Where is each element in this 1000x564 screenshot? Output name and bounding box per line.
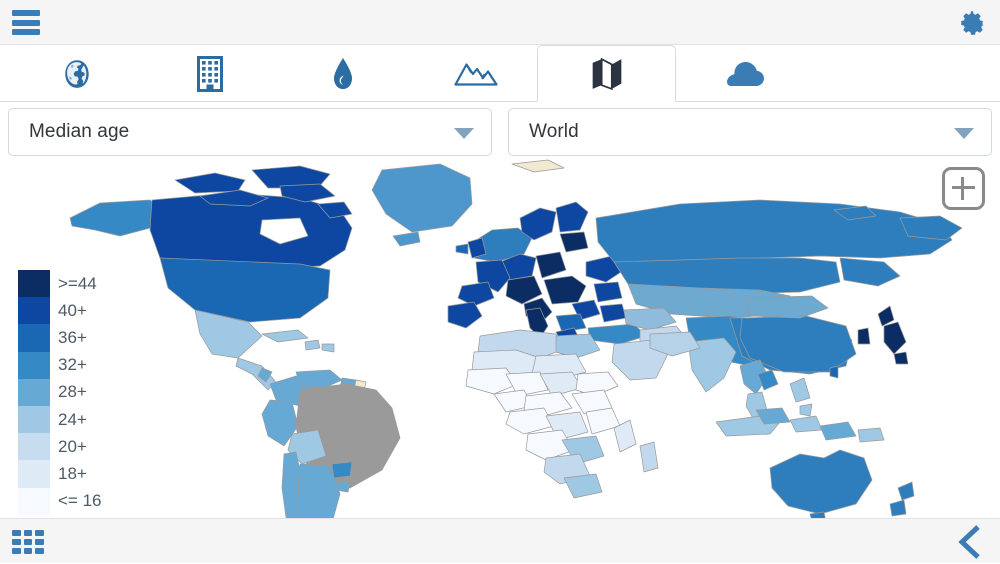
- legend-item[interactable]: 20+: [18, 433, 128, 460]
- legend-label: >=44: [58, 274, 97, 294]
- grid-cell: [35, 530, 44, 536]
- legend-item[interactable]: 28+: [18, 379, 128, 406]
- legend-item[interactable]: 40+: [18, 297, 128, 324]
- globe-icon: [60, 57, 94, 91]
- legend-swatch: [18, 324, 50, 351]
- grid-cell: [24, 539, 33, 545]
- indicator-select-value: Median age: [29, 121, 129, 143]
- hamburger-bar: [12, 10, 40, 16]
- water-drop-icon: [331, 57, 355, 91]
- gear-icon[interactable]: [957, 8, 987, 38]
- zoom-in-button[interactable]: [942, 167, 985, 210]
- tab-map[interactable]: [537, 45, 676, 102]
- region-select-value: World: [529, 121, 579, 143]
- selector-row: Median age World: [0, 103, 1000, 158]
- grid-cell: [12, 539, 21, 545]
- legend-label: 40+: [58, 301, 87, 321]
- world-map-svg: [0, 158, 1000, 518]
- chevron-left-icon[interactable]: [954, 525, 986, 559]
- tab-weather[interactable]: [676, 45, 813, 102]
- tab-terrain[interactable]: [407, 45, 544, 102]
- grid-apps-icon[interactable]: [12, 530, 44, 554]
- mountains-icon: [454, 59, 498, 89]
- legend-label: <= 16: [58, 491, 102, 511]
- grid-cell: [24, 530, 33, 536]
- grid-cell: [24, 548, 33, 554]
- bottom-nav-bar: [0, 518, 1000, 563]
- folded-map-icon: [590, 57, 624, 91]
- hamburger-bar: [12, 29, 40, 35]
- legend-label: 28+: [58, 382, 87, 402]
- tab-bar: [0, 45, 1000, 102]
- legend-swatch: [18, 352, 50, 379]
- hamburger-menu-icon[interactable]: [12, 10, 40, 35]
- chevron-down-icon: [454, 128, 474, 139]
- legend-swatch: [18, 379, 50, 406]
- legend-item[interactable]: 24+: [18, 406, 128, 433]
- grid-cell: [12, 548, 21, 554]
- legend-swatch: [18, 297, 50, 324]
- app-root: Median age World: [0, 0, 1000, 563]
- legend-swatch: [18, 270, 50, 297]
- legend-swatch: [18, 460, 50, 487]
- legend-label: 20+: [58, 437, 87, 457]
- legend-label: 36+: [58, 328, 87, 348]
- tab-water[interactable]: [274, 45, 411, 102]
- legend-item[interactable]: 32+: [18, 352, 128, 379]
- legend-item[interactable]: <= 16: [18, 488, 128, 515]
- legend-item[interactable]: 18+: [18, 460, 128, 487]
- legend-item[interactable]: >=44: [18, 270, 128, 297]
- hamburger-bar: [12, 20, 40, 26]
- choropleth-map[interactable]: >=44 40+ 36+ 32+ 28+ 24+: [0, 158, 1000, 518]
- region-select[interactable]: World: [508, 108, 992, 156]
- map-legend: >=44 40+ 36+ 32+ 28+ 24+: [18, 270, 128, 515]
- tab-world[interactable]: [8, 45, 145, 102]
- top-app-bar: [0, 0, 1000, 45]
- legend-swatch: [18, 406, 50, 433]
- legend-item[interactable]: 36+: [18, 324, 128, 351]
- cloud-icon: [725, 59, 765, 89]
- legend-swatch: [18, 488, 50, 515]
- tab-city[interactable]: [141, 45, 278, 102]
- chevron-down-icon: [954, 128, 974, 139]
- grid-cell: [35, 548, 44, 554]
- legend-label: 32+: [58, 355, 87, 375]
- legend-label: 24+: [58, 410, 87, 430]
- grid-cell: [12, 530, 21, 536]
- building-icon: [197, 56, 223, 92]
- indicator-select[interactable]: Median age: [8, 108, 492, 156]
- grid-cell: [35, 539, 44, 545]
- legend-swatch: [18, 433, 50, 460]
- legend-label: 18+: [58, 464, 87, 484]
